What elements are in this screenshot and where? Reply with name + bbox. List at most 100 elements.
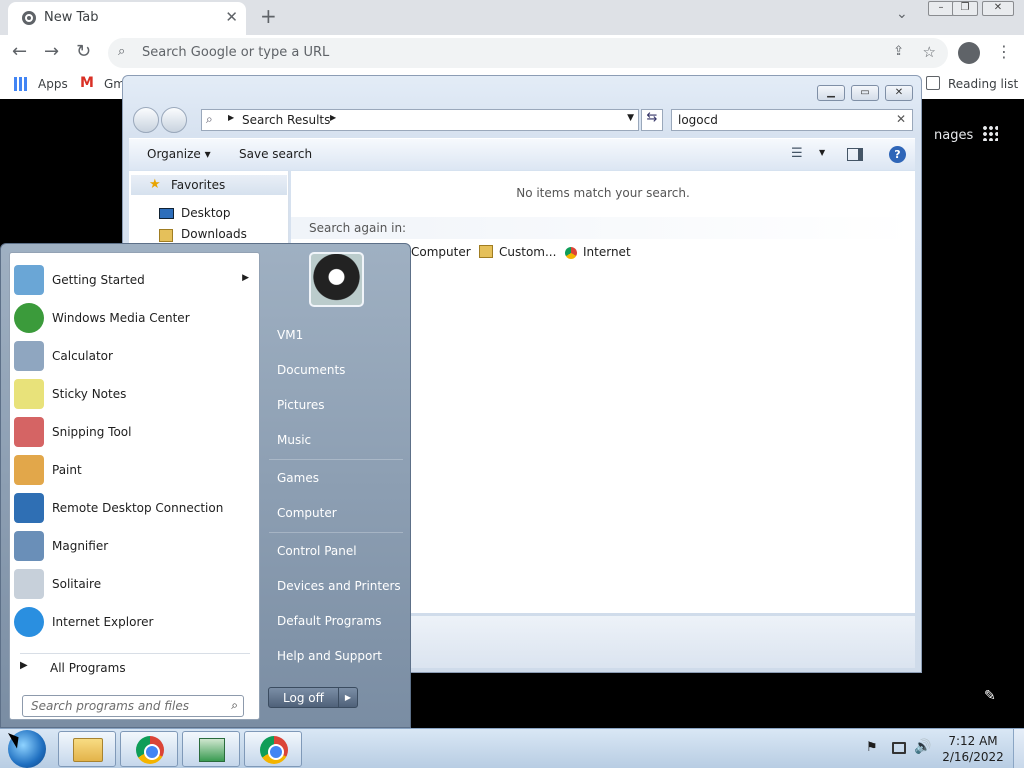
taskbar-installer-button[interactable] (182, 731, 240, 767)
right-link-music[interactable]: Music (277, 433, 311, 447)
paint-icon (14, 455, 44, 485)
preview-pane-icon[interactable] (847, 148, 863, 161)
clear-search-icon[interactable]: ✕ (896, 112, 906, 126)
bookmark-apps[interactable]: Apps (38, 77, 68, 91)
organize-button[interactable]: Organize ▾ (147, 147, 211, 161)
shutdown-options-arrow-icon[interactable]: ▶ (338, 688, 357, 707)
network-icon[interactable] (892, 742, 906, 754)
divider (269, 459, 403, 460)
restore-button[interactable]: ❐ (952, 1, 978, 16)
search-location-icon: ⌕ (206, 112, 213, 126)
programs-pane: Getting Started ▶ Windows Media Center C… (9, 252, 260, 720)
action-center-flag-icon[interactable]: ⚑ (866, 740, 878, 755)
address-dropdown-icon[interactable]: ▼ (627, 113, 634, 123)
gmail-icon[interactable]: M (80, 75, 94, 91)
minimize-button[interactable]: – (928, 1, 954, 16)
omnibox[interactable]: ⌕ Search Google or type a URL ⇪ ☆ (108, 38, 948, 68)
views-dropdown-icon[interactable]: ▼ (819, 148, 825, 157)
google-images-link[interactable]: nages (934, 128, 973, 143)
help-icon[interactable]: ? (889, 146, 906, 163)
clock-time[interactable]: 7:12 AM (940, 734, 1006, 748)
program-solitaire[interactable]: Solitaire (10, 565, 259, 603)
breadcrumb-arrow-icon[interactable]: ▶ (228, 113, 234, 122)
more-menu-icon[interactable]: ⋮ (996, 42, 1012, 61)
breadcrumb[interactable]: Search Results (242, 113, 330, 127)
google-apps-grid-icon[interactable] (982, 125, 998, 141)
forward-icon[interactable]: → (44, 41, 59, 62)
profile-icon[interactable] (958, 42, 980, 64)
share-icon[interactable]: ⇪ (893, 44, 904, 59)
program-windows-media-center[interactable]: Windows Media Center (10, 299, 259, 337)
bookmark-star-icon[interactable]: ☆ (923, 43, 936, 61)
all-programs-button[interactable]: All Programs (50, 661, 126, 675)
divider (269, 532, 403, 533)
right-link-computer[interactable]: Computer (277, 506, 337, 520)
user-avatar[interactable] (309, 252, 364, 307)
clock-date[interactable]: 2/16/2022 (940, 750, 1006, 764)
organize-label: Organize (147, 147, 201, 161)
new-tab-button[interactable]: + (260, 4, 277, 28)
program-label: Magnifier (52, 539, 109, 553)
reading-list-label[interactable]: Reading list (948, 77, 1018, 91)
search-again-internet[interactable]: Internet (583, 245, 631, 259)
installer-icon (199, 738, 225, 762)
show-desktop-button[interactable] (1013, 729, 1024, 768)
omnibox-placeholder: Search Google or type a URL (142, 45, 330, 60)
right-link-control-panel[interactable]: Control Panel (277, 544, 357, 558)
program-remote-desktop[interactable]: Remote Desktop Connection (10, 489, 259, 527)
taskbar-explorer-button[interactable] (58, 731, 116, 767)
program-calculator[interactable]: Calculator (10, 337, 259, 375)
explorer-close-button[interactable]: ✕ (885, 85, 913, 101)
reload-icon[interactable]: ↻ (76, 41, 91, 62)
back-icon[interactable]: ← (12, 41, 27, 62)
program-label: Calculator (52, 349, 113, 363)
nav-downloads[interactable]: Downloads (181, 227, 247, 241)
apps-icon[interactable] (14, 77, 28, 91)
close-tab-icon[interactable]: ✕ (225, 8, 238, 26)
program-sticky-notes[interactable]: Sticky Notes (10, 375, 259, 413)
reading-list-icon[interactable] (926, 76, 940, 90)
search-again-computer[interactable]: Computer (411, 245, 471, 259)
explorer-search-input[interactable]: logocd ✕ (671, 109, 913, 131)
explorer-minimize-button[interactable]: ▁ (817, 85, 845, 101)
save-search-button[interactable]: Save search (239, 147, 312, 161)
nav-desktop[interactable]: Desktop (181, 206, 231, 220)
folder-icon (73, 738, 103, 762)
address-bar[interactable]: ⌕ ▶ Search Results ▶ ▼ (201, 109, 639, 131)
breadcrumb-arrow-icon[interactable]: ▶ (330, 113, 336, 122)
right-link-pictures[interactable]: Pictures (277, 398, 325, 412)
nav-favorites[interactable]: ★ Favorites (131, 175, 287, 195)
right-link-documents[interactable]: Documents (277, 363, 345, 377)
taskbar-chrome-button[interactable] (120, 731, 178, 767)
right-link-help-support[interactable]: Help and Support (277, 649, 382, 663)
magnifier-icon (14, 531, 44, 561)
right-link-games[interactable]: Games (277, 471, 319, 485)
volume-icon[interactable]: 🔊 (914, 739, 931, 755)
search-again-custom[interactable]: Custom... (499, 245, 556, 259)
program-magnifier[interactable]: Magnifier (10, 527, 259, 565)
command-bar: Organize ▾ Save search ☰ ▼ ? (129, 138, 915, 170)
taskbar-chrome-button-2[interactable] (244, 731, 302, 767)
program-paint[interactable]: Paint (10, 451, 259, 489)
tab-search-icon[interactable]: ⌄ (896, 6, 908, 22)
refresh-icon[interactable]: ⇆ (641, 109, 663, 131)
search-programs-input[interactable]: Search programs and files ⌕ (22, 695, 244, 717)
program-snipping-tool[interactable]: Snipping Tool (10, 413, 259, 451)
tab-new-tab[interactable]: New Tab ✕ (8, 2, 246, 35)
all-programs-arrow-icon: ▶ (20, 660, 28, 671)
explorer-forward-button[interactable] (161, 107, 187, 133)
program-label: Sticky Notes (52, 387, 127, 401)
right-link-devices-printers[interactable]: Devices and Printers (277, 579, 401, 593)
explorer-back-button[interactable] (133, 107, 159, 133)
change-view-icon[interactable]: ☰ (791, 146, 803, 161)
close-window-button[interactable]: ✕ (982, 1, 1014, 16)
program-getting-started[interactable]: Getting Started ▶ (10, 261, 259, 299)
explorer-maximize-button[interactable]: ▭ (851, 85, 879, 101)
right-link-default-programs[interactable]: Default Programs (277, 614, 382, 628)
chrome-icon (136, 736, 164, 764)
customize-pencil-icon[interactable]: ✎ (984, 688, 996, 704)
program-internet-explorer[interactable]: Internet Explorer (10, 603, 259, 641)
snipping-tool-icon (14, 417, 44, 447)
right-link-vm1[interactable]: VM1 (277, 328, 303, 342)
log-off-button[interactable]: Log off ▶ (268, 687, 358, 708)
